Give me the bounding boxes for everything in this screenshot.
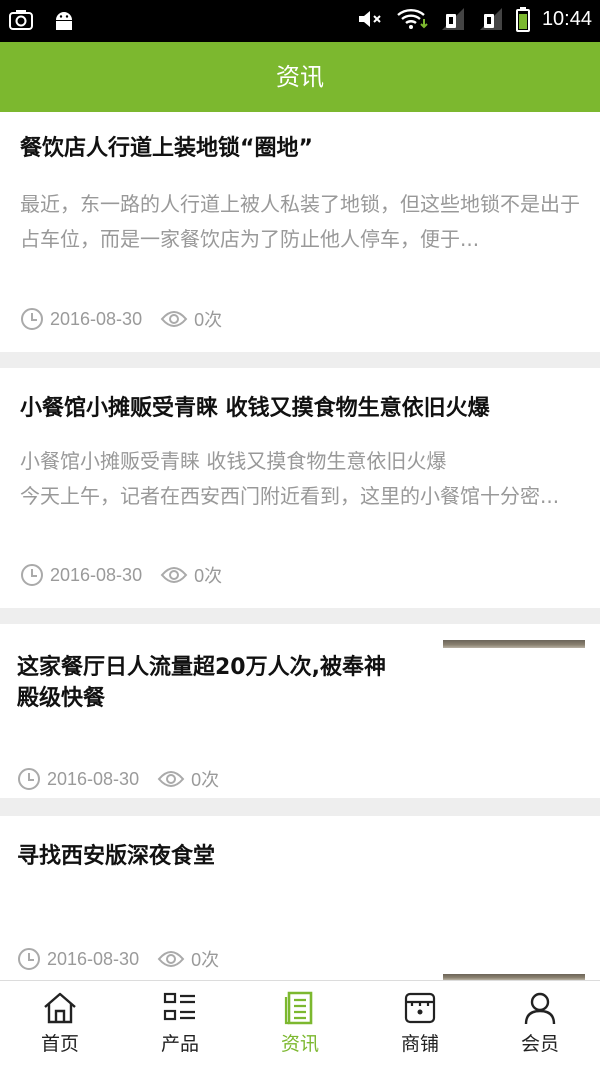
news-views: 0次 xyxy=(191,950,220,970)
battery-icon xyxy=(515,7,530,32)
news-meta: 2016-08-30 0次 xyxy=(20,562,222,588)
nav-shops[interactable]: 商铺 xyxy=(360,981,480,1067)
wifi-icon xyxy=(397,9,428,29)
news-title: 这家餐厅日人流量超20万人次,被奉神殿级快餐 xyxy=(17,655,386,711)
nav-member-label: 会员 xyxy=(520,1033,559,1055)
android-icon xyxy=(56,12,72,30)
news-title: 餐饮店人行道上装地锁“圈地” xyxy=(20,136,313,161)
eye-icon xyxy=(160,567,188,583)
news-icon xyxy=(284,991,313,1025)
news-meta: 2016-08-30 0次 xyxy=(17,766,219,792)
page-title: 资讯 xyxy=(276,63,324,91)
product-list-icon xyxy=(163,992,195,1021)
news-views: 0次 xyxy=(194,566,223,586)
news-date: 2016-08-30 xyxy=(47,768,140,789)
member-icon xyxy=(524,992,556,1025)
nav-products-label: 产品 xyxy=(160,1033,199,1055)
nav-products[interactable]: 产品 xyxy=(120,981,240,1067)
clock-icon xyxy=(21,564,43,586)
news-title: 小餐馆小摊贩受青睐 收钱又摸食物生意依旧火爆 xyxy=(20,396,490,421)
screenshot-icon xyxy=(9,10,33,30)
clock-icon xyxy=(21,308,43,330)
sim-signal-2-icon xyxy=(479,8,502,30)
nav-news-label: 资讯 xyxy=(280,1033,319,1055)
status-bar: 10:44 xyxy=(0,0,600,42)
eye-icon xyxy=(157,771,185,787)
news-summary: 最近，东一路的人行道上被人私装了地锁，但这些地锁不是出于占车位，而是一家餐饮店为… xyxy=(20,192,580,251)
news-date: 2016-08-30 xyxy=(50,308,143,329)
news-date: 2016-08-30 xyxy=(50,564,143,585)
news-views: 0次 xyxy=(191,770,220,790)
clock-icon xyxy=(18,948,40,970)
nav-home[interactable]: 首页 xyxy=(0,981,120,1067)
news-thumbnail xyxy=(443,640,585,648)
news-views: 0次 xyxy=(194,310,223,330)
app-header: 资讯 xyxy=(0,42,600,112)
bottom-nav: 首页 产品 资讯 商铺 会员 xyxy=(0,980,600,1067)
clock: 10:44 xyxy=(541,7,592,30)
nav-news[interactable]: 资讯 xyxy=(240,981,360,1067)
nav-shops-label: 商铺 xyxy=(400,1033,439,1055)
mute-icon xyxy=(358,11,381,27)
shop-icon xyxy=(404,992,436,1024)
sim-signal-1-icon xyxy=(441,8,464,30)
eye-icon xyxy=(160,311,188,327)
clock-icon xyxy=(18,768,40,790)
news-item[interactable]: 餐饮店人行道上装地锁“圈地” 最近，东一路的人行道上被人私装了地锁，但这些地锁不… xyxy=(0,112,600,352)
news-item[interactable]: 这家餐厅日人流量超20万人次,被奉神殿级快餐 2016-08-30 0次 xyxy=(0,624,600,798)
news-meta: 2016-08-30 0次 xyxy=(20,306,222,332)
nav-member[interactable]: 会员 xyxy=(480,981,600,1067)
eye-icon xyxy=(157,951,185,967)
news-item[interactable]: 小餐馆小摊贩受青睐 收钱又摸食物生意依旧火爆 小餐馆小摊贩受青睐 收钱又摸食物生… xyxy=(0,368,600,608)
news-summary: 小餐馆小摊贩受青睐 收钱又摸食物生意依旧火爆 今天上午，记者在西安西门附近看到，… xyxy=(20,449,560,508)
home-icon xyxy=(44,992,76,1024)
news-list[interactable]: 餐饮店人行道上装地锁“圈地” 最近，东一路的人行道上被人私装了地锁，但这些地锁不… xyxy=(0,112,600,980)
news-item[interactable]: 寻找西安版深夜食堂 2016-08-30 0次 xyxy=(0,816,600,980)
news-title: 寻找西安版深夜食堂 xyxy=(17,844,216,869)
nav-home-label: 首页 xyxy=(40,1033,79,1055)
news-date: 2016-08-30 xyxy=(47,948,140,969)
news-meta: 2016-08-30 0次 xyxy=(17,946,219,972)
